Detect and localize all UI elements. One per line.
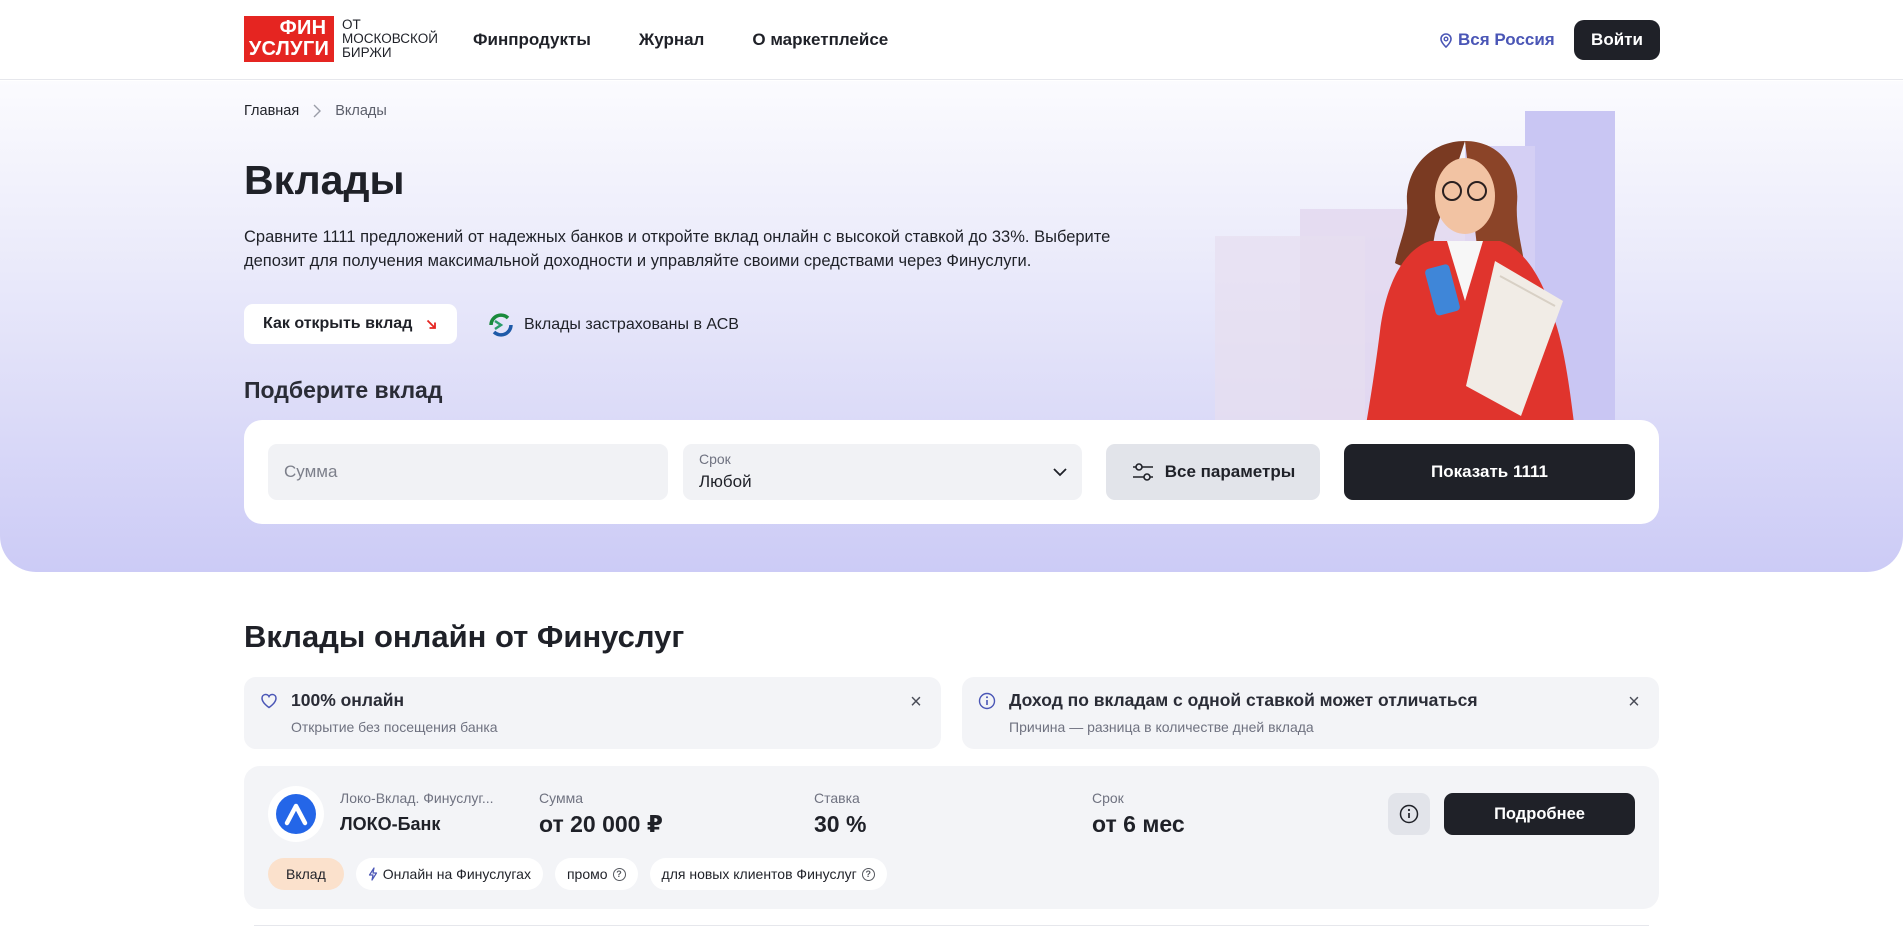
info-card-subtitle: Причина — разница в количестве дней вкла… (1009, 719, 1314, 735)
offer-term-value: от 6 мес (1092, 811, 1185, 837)
tag-online: Онлайн на Финуслугах (355, 858, 543, 890)
info-circle-icon (978, 692, 996, 710)
asv-logo-icon (489, 313, 513, 337)
logo-mark: ФИН УСЛУГИ (244, 16, 334, 62)
info-circle-icon (1399, 804, 1419, 824)
breadcrumb-current: Вклады (335, 103, 387, 119)
tag-online-label: Онлайн на Финуслугах (382, 866, 531, 882)
offer-bank-name: ЛОКО-Банк (340, 814, 441, 834)
offer-rate-value: 30 % (814, 811, 867, 837)
offer-sum-value: от 20 000 ₽ (539, 811, 663, 837)
sum-input[interactable] (268, 444, 668, 500)
offer-tags: Вклад Онлайн на Финуслугах промо ? для н… (268, 858, 887, 890)
logo-text-top: ФИН (279, 17, 327, 39)
logo-text-bottom: УСЛУГИ (248, 38, 330, 60)
tag-promo[interactable]: промо ? (554, 858, 638, 890)
asv-text: Вклады застрахованы в АСВ (524, 316, 739, 333)
all-params-label: Все параметры (1164, 462, 1296, 481)
breadcrumb: Главная Вклады (244, 103, 387, 119)
offer-rate-label: Ставка (814, 790, 860, 806)
how-to-open-button[interactable]: Как открыть вклад (244, 304, 457, 344)
nav-finproducts[interactable]: Финпродукты (473, 30, 591, 50)
loko-bank-logo-icon (276, 794, 316, 834)
nav-about[interactable]: О маркетплейсе (752, 30, 888, 50)
logo[interactable]: ФИН УСЛУГИ от Московской биржи (244, 16, 442, 62)
region-label: Вся Россия (1458, 30, 1555, 49)
term-select[interactable]: Срок Любой (683, 444, 1082, 500)
location-pin-icon (1440, 32, 1452, 48)
question-icon[interactable]: ? (861, 867, 875, 881)
term-select-value: Любой (699, 472, 752, 491)
login-button[interactable]: Войти (1574, 20, 1660, 60)
bank-logo (268, 786, 324, 842)
deposit-offer-card[interactable]: Локо-Вклад. Финуслуг... ЛОКО-Банк Сумма … (244, 766, 1659, 909)
info-card-subtitle: Открытие без посещения банка (291, 719, 498, 735)
offer-term-label: Срок (1092, 790, 1124, 806)
lightning-icon (368, 867, 377, 881)
woman-illustration (1215, 111, 1615, 431)
term-select-label: Срок (699, 451, 731, 467)
logo-subtitle: от Московской биржи (342, 17, 438, 60)
pick-deposit-title: Подберите вклад (244, 377, 443, 403)
close-icon[interactable]: × (905, 691, 927, 713)
hero-section: Главная Вклады Вклады Сравните 1111 пред… (0, 81, 1903, 572)
online-deposits-title: Вклады онлайн от Финуслуг (244, 619, 685, 654)
close-icon[interactable]: × (1623, 691, 1645, 713)
nav-journal[interactable]: Журнал (639, 30, 705, 50)
tag-new-clients-label: для новых клиентов Финуслуг (661, 866, 857, 882)
site-header: ФИН УСЛУГИ от Московской биржи Финпродук… (0, 0, 1903, 80)
tag-deposit: Вклад (268, 858, 344, 890)
info-card-title: 100% онлайн (291, 690, 405, 710)
info-card-title: Доход по вкладам с одной ставкой может о… (1009, 690, 1478, 710)
arrow-down-right-icon (427, 319, 437, 329)
deposit-filter-panel: Срок Любой Все параметры Показать 1111 (244, 420, 1659, 524)
page-description: Сравните 1111 предложений от надежных ба… (244, 228, 1111, 270)
show-results-button[interactable]: Показать 1111 (1344, 444, 1635, 500)
page-title: Вклады (244, 157, 405, 203)
info-card-income: Доход по вкладам с одной ставкой может о… (962, 677, 1659, 749)
asv-insurance-note: Вклады застрахованы в АСВ (488, 312, 739, 338)
chevron-down-icon (1053, 468, 1067, 477)
chevron-right-icon (313, 104, 322, 118)
how-to-open-label: Как открыть вклад (263, 315, 413, 332)
offer-product-name: Локо-Вклад. Финуслуг... (340, 790, 494, 806)
tag-promo-label: промо (566, 866, 608, 882)
tag-new-clients[interactable]: для новых клиентов Финуслуг ? (649, 858, 887, 890)
region-selector[interactable]: Вся Россия (1440, 30, 1555, 50)
offer-sum-label: Сумма (539, 790, 583, 806)
main-nav: Финпродукты Журнал О маркетплейсе (473, 30, 888, 50)
offer-info-button[interactable] (1388, 793, 1430, 835)
info-card-online: 100% онлайн Открытие без посещения банка… (244, 677, 941, 749)
details-button[interactable]: Подробнее (1444, 793, 1635, 835)
question-icon[interactable]: ? (612, 867, 626, 881)
breadcrumb-home[interactable]: Главная (244, 103, 299, 119)
divider (254, 925, 1649, 926)
all-params-button[interactable]: Все параметры (1106, 444, 1320, 500)
heart-icon (261, 693, 277, 709)
sliders-icon (1132, 463, 1153, 481)
